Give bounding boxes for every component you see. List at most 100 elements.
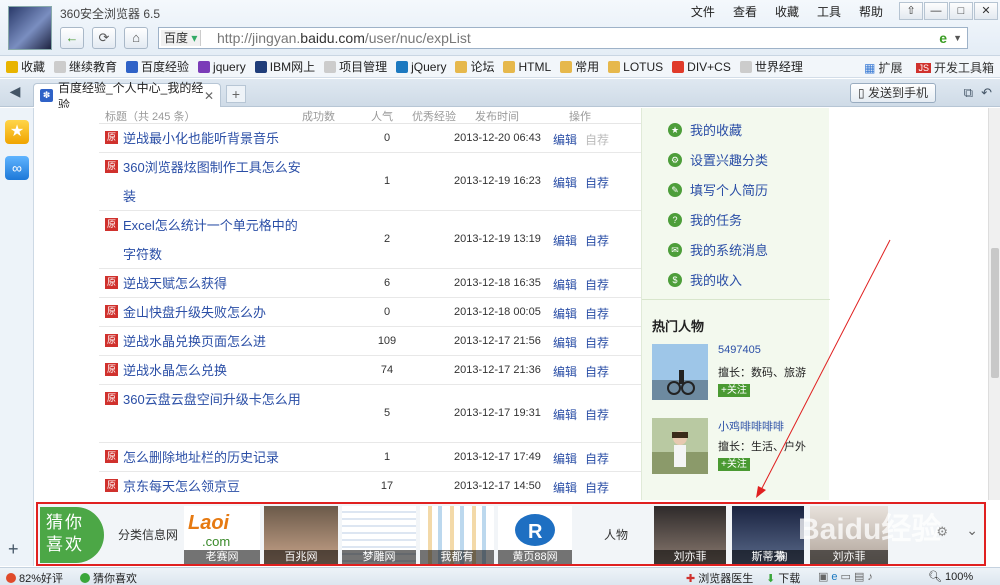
back-button[interactable]: ← [60,27,84,49]
user-menu-link[interactable]: ★ 我的收藏 [668,120,742,139]
window-icon[interactable]: ▭ [841,570,851,583]
bookmark-item[interactable]: HTML [503,60,551,74]
recommend-link[interactable]: 自荐 [585,406,609,423]
chevron-down-icon[interactable]: ▼ [953,30,962,46]
guess-tile[interactable]: 百兆网 [264,506,338,564]
bookmark-item[interactable]: 继续教育 [54,58,117,75]
edit-link[interactable]: 编辑 [553,174,577,191]
zoom-status[interactable]: 🔍︎ 100% [928,570,973,584]
screenshot-icon[interactable]: ▣ [818,570,828,583]
bookmark-item[interactable]: 常用 [560,58,599,75]
recommend-link[interactable]: 自荐 [585,276,609,293]
ie-mode-icon[interactable]: e [939,30,947,46]
new-tab-button[interactable]: + [226,85,246,103]
guess-tile-small[interactable]: 鞠 [772,506,792,564]
row-title-link[interactable]: 金山快盘升级失败怎么办 [123,298,303,327]
menu-view[interactable]: 查看 [724,4,766,20]
skin-button[interactable]: ⇧ [899,2,923,20]
row-title-link[interactable]: 逆战水晶怎么兑换 [123,356,303,385]
row-title-link[interactable]: 逆战天赋怎么获得 [123,269,303,298]
collapse-chevron-icon[interactable]: ⌄ [966,522,978,539]
user-menu-link[interactable]: $ 我的收入 [668,270,742,289]
edit-link[interactable]: 编辑 [553,305,577,322]
guess-status[interactable]: 猜你喜欢 [80,570,137,585]
tab-close-icon[interactable]: ✕ [204,89,214,103]
row-title-link[interactable]: 逆战水晶兑换页面怎么进 [123,327,303,356]
row-title-link[interactable]: Excel怎么统计一个单元格中的字符数 [123,211,303,269]
recommend-link[interactable]: 自荐 [585,334,609,351]
user-menu-link[interactable]: ⚙ 设置兴趣分类 [668,150,768,169]
row-title-link[interactable]: 逆战最小化也能听背景音乐 [123,124,303,153]
menu-file[interactable]: 文件 [682,4,724,20]
doctor-status[interactable]: ✚ 浏览器医生 [686,570,753,585]
edit-link[interactable]: 编辑 [553,363,577,380]
download-status[interactable]: ⬇ 下载 [766,570,800,585]
recommend-link[interactable]: 自荐 [585,363,609,380]
edit-link[interactable]: 编辑 [553,232,577,249]
send-to-phone-button[interactable]: ▯ 发送到手机 [850,83,936,103]
extensions-button[interactable]: ▦ 扩展 [864,59,902,76]
edit-link[interactable]: 编辑 [553,479,577,496]
sound-icon[interactable]: ♪ [867,571,873,583]
devtools-button[interactable]: JS 开发工具箱 [916,59,994,76]
edit-link[interactable]: 编辑 [553,276,577,293]
cloud-sync-icon[interactable]: ∞ [5,156,29,180]
menu-help[interactable]: 帮助 [850,4,892,20]
person-photo[interactable] [652,418,708,474]
close-button[interactable]: ✕ [974,2,998,20]
menu-favorites[interactable]: 收藏 [766,4,808,20]
bookmark-item[interactable]: 项目管理 [324,58,387,75]
edit-link[interactable]: 编辑 [553,334,577,351]
edit-link[interactable]: 编辑 [553,450,577,467]
row-title-link[interactable]: 360浏览器炫图制作工具怎么安装 [123,153,303,211]
gear-icon[interactable]: ⚙ [936,524,948,540]
refresh-button[interactable]: ⟳ [92,27,116,49]
rating-status[interactable]: 82%好评 [6,570,63,585]
bookmark-item[interactable]: LOTUS [608,60,663,74]
search-engine-selector[interactable]: 百度 ▾ [161,30,202,46]
edit-link[interactable]: 编辑 [553,131,577,148]
bookmark-item[interactable]: DIV+CS [672,60,731,74]
category-label[interactable]: 分类信息网 [118,526,178,543]
ie-status-icon[interactable]: e [831,571,837,583]
people-label[interactable]: 人物 [604,526,628,543]
restore-tab-icon[interactable]: ↶ [981,85,992,101]
user-menu-link[interactable]: ? 我的任务 [668,210,742,229]
bookmark-item[interactable]: IBM网上 [254,58,315,75]
scroll-thumb[interactable] [991,248,999,378]
guess-badge[interactable]: 猜你 喜欢 [40,507,104,563]
bookmark-item[interactable]: jquery [198,60,246,74]
recommend-link[interactable]: 自荐 [585,450,609,467]
page-scrollbar[interactable] [988,108,1000,500]
bookmark-item[interactable]: 世界经理 [739,58,803,75]
row-title-link[interactable]: 京东每天怎么领京豆 [123,472,303,500]
recommend-link[interactable]: 自荐 [585,479,609,496]
recommend-link[interactable]: 自荐 [585,232,609,249]
url-text[interactable]: http://jingyan.baidu.com/user/nuc/expLis… [217,30,471,46]
user-avatar[interactable] [8,6,52,50]
guess-tile[interactable]: 刘亦菲 [654,506,726,564]
tab-active[interactable]: ✽ 百度经验_个人中心_我的经验 ✕ [33,81,221,112]
add-sidebar-icon[interactable]: + [8,539,19,560]
guess-tile[interactable]: 斯蒂芬 [732,506,804,564]
recommend-link[interactable]: 自荐 [585,305,609,322]
bookmark-item[interactable]: 百度经验 [126,58,189,75]
guess-tile[interactable]: R 黄页88网 [498,506,572,564]
follow-button[interactable]: +关注 [718,384,750,397]
guess-tile[interactable]: 我都有 [420,506,494,564]
person-photo[interactable] [652,344,708,400]
person-name[interactable]: 5497405 [718,344,761,356]
row-title-link[interactable]: 怎么删除地址栏的历史记录 [123,443,303,472]
menu-tools[interactable]: 工具 [808,4,850,20]
guess-tile[interactable]: Laoi .com 老赛网 [184,506,260,564]
home-button[interactable]: ⌂ [124,27,148,49]
bookmark-item[interactable]: 收藏 [6,58,45,75]
maximize-button[interactable]: □ [949,2,973,20]
edit-link[interactable]: 编辑 [553,406,577,423]
video-icon[interactable]: ▤ [854,570,864,583]
bookmark-item[interactable]: 论坛 [455,58,494,75]
follow-button[interactable]: +关注 [718,458,750,471]
user-menu-link[interactable]: ✉ 我的系统消息 [668,240,768,259]
person-name[interactable]: 小鸡啡啡啡啡 [718,418,784,434]
row-title-link[interactable]: 360云盘云盘空间升级卡怎么用 [123,385,303,414]
